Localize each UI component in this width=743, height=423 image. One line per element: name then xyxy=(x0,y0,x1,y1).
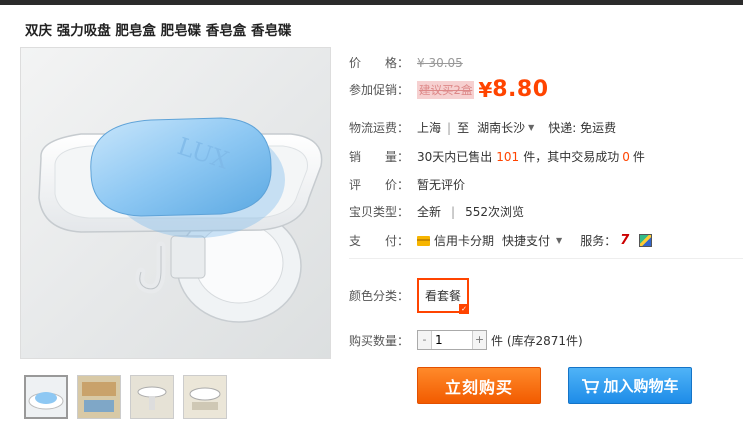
promo-tag[interactable]: 建议买2盒 xyxy=(417,80,475,99)
sales-label: 销 量： xyxy=(349,150,410,164)
promo-currency: ¥ xyxy=(478,77,493,102)
sales-mid: 件，其中交易成功 xyxy=(523,150,620,164)
promo-price: 8.80 xyxy=(492,77,549,102)
divider xyxy=(349,258,743,259)
type-separator: | xyxy=(451,204,456,219)
promo-label: 参加促销： xyxy=(349,83,410,97)
cart-icon xyxy=(582,378,600,393)
thumbnail-3[interactable] xyxy=(130,375,174,419)
price-label: 价 格： xyxy=(349,56,410,70)
sales-row: 销 量： 30天内已售出 101 件，其中交易成功 0 件 xyxy=(349,148,645,165)
quantity-input[interactable] xyxy=(431,331,473,349)
price-row: 价 格： ¥ 30.05 xyxy=(349,54,463,71)
rating-value: 暂无评价 xyxy=(417,178,466,192)
type-label: 宝贝类型： xyxy=(349,205,410,219)
service-label: 服务： xyxy=(580,234,617,248)
decrement-button[interactable]: - xyxy=(418,331,431,349)
promo-row: 参加促销： 建议买2盒 ¥ 8.80 xyxy=(349,77,549,102)
payment-label: 支 付： xyxy=(349,234,410,248)
stock-info: 件 (库存2871件) xyxy=(491,333,583,348)
shipping-row: 物流运费： 上海 | 至 湖南长沙 ▼ 快递: 免运费 xyxy=(349,119,616,136)
shipping-label: 物流运费： xyxy=(349,121,410,135)
add-to-cart-button[interactable]: 加入购物车 xyxy=(568,367,692,404)
top-bar xyxy=(0,0,743,5)
buy-now-button[interactable]: 立刻购买 xyxy=(417,367,541,404)
soap-dish-illustration: LUX xyxy=(38,117,323,323)
chevron-down-icon[interactable]: ▼ xyxy=(528,123,534,132)
original-price: ¥ 30.05 xyxy=(417,55,463,70)
chevron-down-icon[interactable]: ▼ xyxy=(556,236,562,245)
payment-row: 支 付： 信用卡分期 快捷支付 ▼ 服务： 7 xyxy=(349,232,653,249)
type-views: 552次浏览 xyxy=(465,205,524,219)
color-row: 颜色分类： 看套餐 xyxy=(349,278,470,314)
sales-count: 101 xyxy=(496,149,520,164)
sales-success: 0 xyxy=(622,149,630,164)
sku-option-selected[interactable]: 看套餐 xyxy=(417,278,470,314)
add-to-cart-label: 加入购物车 xyxy=(603,377,679,395)
shipping-destination[interactable]: 湖南长沙 xyxy=(477,119,525,136)
credit-card-icon xyxy=(417,235,430,246)
payment-card[interactable]: 信用卡分期 xyxy=(434,232,494,249)
shipping-separator: | xyxy=(447,120,452,135)
type-row: 宝贝类型： 全新 | 552次浏览 xyxy=(349,203,524,220)
thumbnail-4[interactable] xyxy=(183,375,227,419)
product-title: 双庆 强力吸盘 肥皂盒 肥皂碟 香皂盒 香皂碟 xyxy=(25,23,292,39)
rating-label: 评 价： xyxy=(349,178,410,192)
thumbnail-1[interactable] xyxy=(24,375,68,419)
thumbnail-2[interactable] xyxy=(77,375,121,419)
payment-quick[interactable]: 快捷支付 xyxy=(502,232,550,249)
sales-suffix: 件 xyxy=(632,150,645,164)
color-label: 颜色分类： xyxy=(349,289,410,303)
increment-button[interactable]: + xyxy=(473,331,486,349)
shipping-from: 上海 xyxy=(417,121,442,135)
shipping-to-prefix: 至 xyxy=(457,121,470,135)
quantity-label: 购买数量： xyxy=(349,333,410,348)
service-badge-icon[interactable] xyxy=(639,234,653,247)
product-main-image[interactable]: LUX xyxy=(20,47,331,359)
shipping-fee: 快递: 免运费 xyxy=(548,121,617,135)
rating-row: 评 价： 暂无评价 xyxy=(349,176,465,193)
quantity-stepper: - + xyxy=(417,330,487,350)
quantity-row: 购买数量： - + 件 (库存2871件) xyxy=(349,330,583,350)
seven-day-return-icon[interactable]: 7 xyxy=(620,233,629,248)
sales-prefix: 30天内已售出 xyxy=(417,150,493,164)
type-condition: 全新 xyxy=(417,205,442,219)
thumbnail-strip xyxy=(24,375,227,419)
